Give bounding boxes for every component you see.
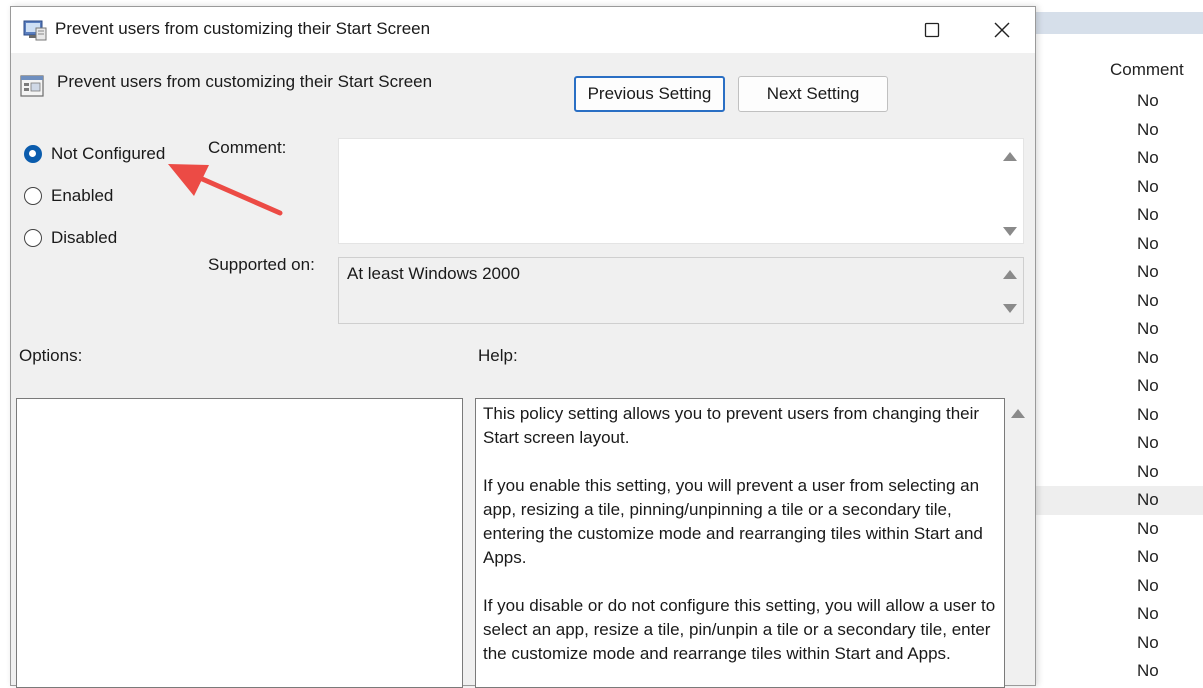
comment-list-row[interactable]: No [1030,543,1203,572]
comment-list-row[interactable]: No [1030,87,1203,116]
comment-list-row[interactable]: No [1030,458,1203,487]
background-title-strip [1030,12,1203,34]
options-label: Options: [19,346,83,365]
comment-list-row[interactable]: No [1030,372,1203,401]
comment-field[interactable] [338,138,1024,244]
comment-list-row[interactable]: No [1030,344,1203,373]
close-button[interactable] [967,7,1037,53]
window-title: Prevent users from customizing their Sta… [55,19,431,38]
scroll-down-icon[interactable] [1003,304,1017,313]
comment-list-row[interactable]: No [1030,629,1203,658]
maximize-icon [924,22,940,38]
comment-list-row[interactable]: No [1030,572,1203,601]
policy-window-icon [23,20,47,41]
radio-label: Not Configured [51,144,166,163]
close-icon [994,22,1010,38]
comment-column-header[interactable]: Comment [1110,60,1184,80]
help-scroll-up-icon[interactable] [1011,409,1025,418]
help-paragraph: This policy setting allows you to preven… [483,404,980,447]
comment-list-row[interactable]: No [1030,173,1203,202]
comment-list-row[interactable]: No [1030,258,1203,287]
scroll-up-icon[interactable] [1003,152,1017,161]
comment-list-row[interactable]: No [1030,201,1203,230]
options-panel [16,398,463,688]
comment-list-row[interactable]: No [1030,600,1203,629]
comment-list-row[interactable]: No [1030,486,1203,515]
radio-label: Enabled [51,186,114,205]
next-setting-button[interactable]: Next Setting [738,76,888,112]
comment-list-row[interactable]: No [1030,287,1203,316]
policy-dialog: Prevent users from customizing their Sta… [10,6,1036,688]
radio-enabled[interactable]: Enabled [24,186,113,206]
scroll-down-icon[interactable] [1003,227,1017,236]
help-text: This policy setting allows you to preven… [476,399,1004,666]
comment-list-row[interactable]: No [1030,657,1203,686]
comment-list-row[interactable]: No [1030,515,1203,544]
radio-not-configured[interactable]: Not Configured [24,144,165,164]
maximize-button[interactable] [897,7,967,53]
supported-on-field: At least Windows 2000 [338,257,1024,324]
comment-list-row[interactable]: No [1030,230,1203,259]
minimize-button[interactable] [827,7,897,53]
comment-column-list: No No No No No No No No No No No No No No No No No No No No… [1030,87,1203,686]
help-label: Help: [478,346,518,365]
radio-indicator [24,229,42,247]
background-window: Comment No No No No No No No No No No No No No No No No… [1030,0,1203,680]
help-paragraph: If you disable or do not configure this … [483,596,996,663]
help-paragraph: If you enable this setting, you will pre… [483,476,983,567]
radio-indicator [24,187,42,205]
supported-on-label: Supported on: [208,255,315,274]
policy-settings-icon [20,75,44,97]
radio-selected-indicator [24,145,42,163]
scroll-up-icon[interactable] [1003,270,1017,279]
previous-setting-button[interactable]: Previous Setting [574,76,725,112]
policy-heading: Prevent users from customizing their Sta… [57,72,433,91]
radio-label: Disabled [51,228,118,247]
supported-on-value: At least Windows 2000 [347,264,520,283]
title-bar[interactable]: Prevent users from customizing their Sta… [11,7,1035,53]
comment-label: Comment: [208,138,287,157]
comment-list-row[interactable]: No [1030,401,1203,430]
comment-list-row[interactable]: No [1030,116,1203,145]
help-panel[interactable]: This policy setting allows you to preven… [475,398,1005,688]
comment-list-row[interactable]: No [1030,315,1203,344]
comment-list-row[interactable]: No [1030,144,1203,173]
comment-list-row[interactable]: No [1030,429,1203,458]
radio-disabled[interactable]: Disabled [24,228,117,248]
